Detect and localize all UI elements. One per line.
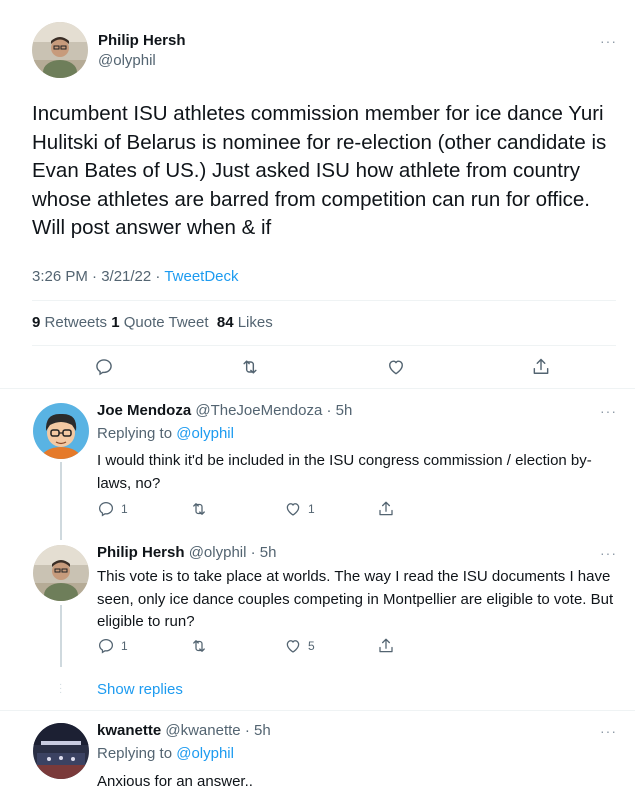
divider [32, 345, 616, 346]
retweet-icon [193, 503, 205, 515]
reply-header: kwanette @kwanette · 5h [97, 722, 271, 739]
replying-prefix: Replying to [97, 745, 173, 762]
reply-time[interactable]: · 5h [251, 544, 277, 561]
author-handle[interactable]: @olyphil [189, 544, 247, 561]
share-icon [379, 638, 393, 653]
author-name[interactable]: Joe Mendoza [97, 402, 191, 419]
tweet-stats: 9 Retweets 1 Quote Tweet 84 Likes [32, 314, 273, 331]
divider [0, 388, 635, 389]
reply-button[interactable]: 1 [97, 500, 128, 518]
retweet-button[interactable] [190, 637, 208, 655]
author-handle[interactable]: @olyphil [98, 52, 156, 69]
reply-button[interactable]: 1 [97, 637, 128, 655]
heart-icon [389, 360, 403, 375]
retweet-button[interactable] [240, 357, 260, 377]
avatar-joe-mendoza[interactable] [33, 403, 89, 459]
likes-label[interactable]: Likes [238, 314, 273, 331]
reply-time[interactable]: · 5h [245, 722, 271, 739]
author-name[interactable]: Philip Hersh [98, 32, 186, 49]
show-replies-link[interactable]: Show replies [97, 681, 183, 698]
replying-to-link[interactable]: @olyphil [176, 425, 234, 442]
replying-to-link[interactable]: @olyphil [176, 745, 234, 762]
retweet-icon [193, 640, 205, 652]
author-handle[interactable]: @kwanette [165, 722, 240, 739]
reply-count: 1 [121, 639, 128, 653]
author-name[interactable]: kwanette [97, 722, 161, 739]
quotes-label[interactable]: Quote Tweet [124, 314, 209, 331]
avatar-image [33, 545, 89, 601]
reply-button[interactable] [94, 357, 114, 377]
more-icon[interactable]: ··· [600, 546, 617, 560]
share-button[interactable] [531, 357, 551, 377]
like-button[interactable] [386, 357, 406, 377]
reply-text: Anxious for an answer.. [97, 773, 253, 790]
divider [32, 300, 616, 301]
retweets-label[interactable]: Retweets [45, 314, 108, 331]
replying-prefix: Replying to [97, 425, 173, 442]
avatar-image [33, 403, 89, 459]
reply-count: 1 [121, 502, 128, 516]
avatar-kwanette[interactable] [33, 723, 89, 779]
tweet-timestamp[interactable]: 3:26 PM · 3/21/22 · [32, 268, 160, 285]
like-count: 5 [308, 639, 315, 653]
likes-count[interactable]: 84 [217, 314, 234, 331]
tweet-text: Incumbent ISU athletes commission member… [32, 102, 607, 239]
author-handle[interactable]: @TheJoeMendoza [195, 402, 322, 419]
reply-icon [98, 638, 114, 654]
retweet-button[interactable] [190, 500, 208, 518]
more-icon[interactable]: ··· [600, 34, 617, 48]
retweets-count[interactable]: 9 [32, 314, 40, 331]
reply-text: This vote is to take place at worlds. Th… [97, 568, 614, 630]
share-button[interactable] [377, 637, 395, 655]
reply-icon [96, 359, 112, 376]
thread-line [60, 605, 62, 667]
avatar-image [33, 723, 89, 779]
more-icon[interactable]: ··· [600, 724, 617, 738]
author-name[interactable]: Philip Hersh [97, 544, 185, 561]
reply-icon [98, 501, 114, 517]
like-button[interactable]: 1 [284, 500, 315, 518]
avatar-image [32, 22, 88, 78]
share-button[interactable] [377, 500, 395, 518]
reply-header: Joe Mendoza @TheJoeMendoza · 5h [97, 402, 352, 419]
avatar-philip-hersh[interactable] [32, 22, 88, 78]
more-icon[interactable]: ··· [600, 404, 617, 418]
divider [0, 710, 635, 711]
share-icon [379, 501, 393, 516]
tweet-source[interactable]: TweetDeck [164, 268, 238, 285]
replying-to: Replying to @olyphil [97, 745, 234, 762]
thread-dots: · · · [59, 679, 63, 698]
thread-line [60, 462, 62, 540]
like-button[interactable]: 5 [284, 637, 315, 655]
heart-icon [286, 503, 300, 516]
quotes-count[interactable]: 1 [111, 314, 119, 331]
reply-time[interactable]: · 5h [327, 402, 353, 419]
reply-header: Philip Hersh @olyphil · 5h [97, 544, 277, 561]
like-count: 1 [308, 502, 315, 516]
share-icon [533, 358, 549, 374]
reply-text: I would think it'd be included in the IS… [97, 452, 592, 492]
replying-to: Replying to @olyphil [97, 425, 234, 442]
avatar-philip-hersh[interactable] [33, 545, 89, 601]
retweet-icon [243, 360, 257, 374]
tweet-meta: 3:26 PM · 3/21/22 · TweetDeck [32, 268, 239, 285]
heart-icon [286, 640, 300, 653]
